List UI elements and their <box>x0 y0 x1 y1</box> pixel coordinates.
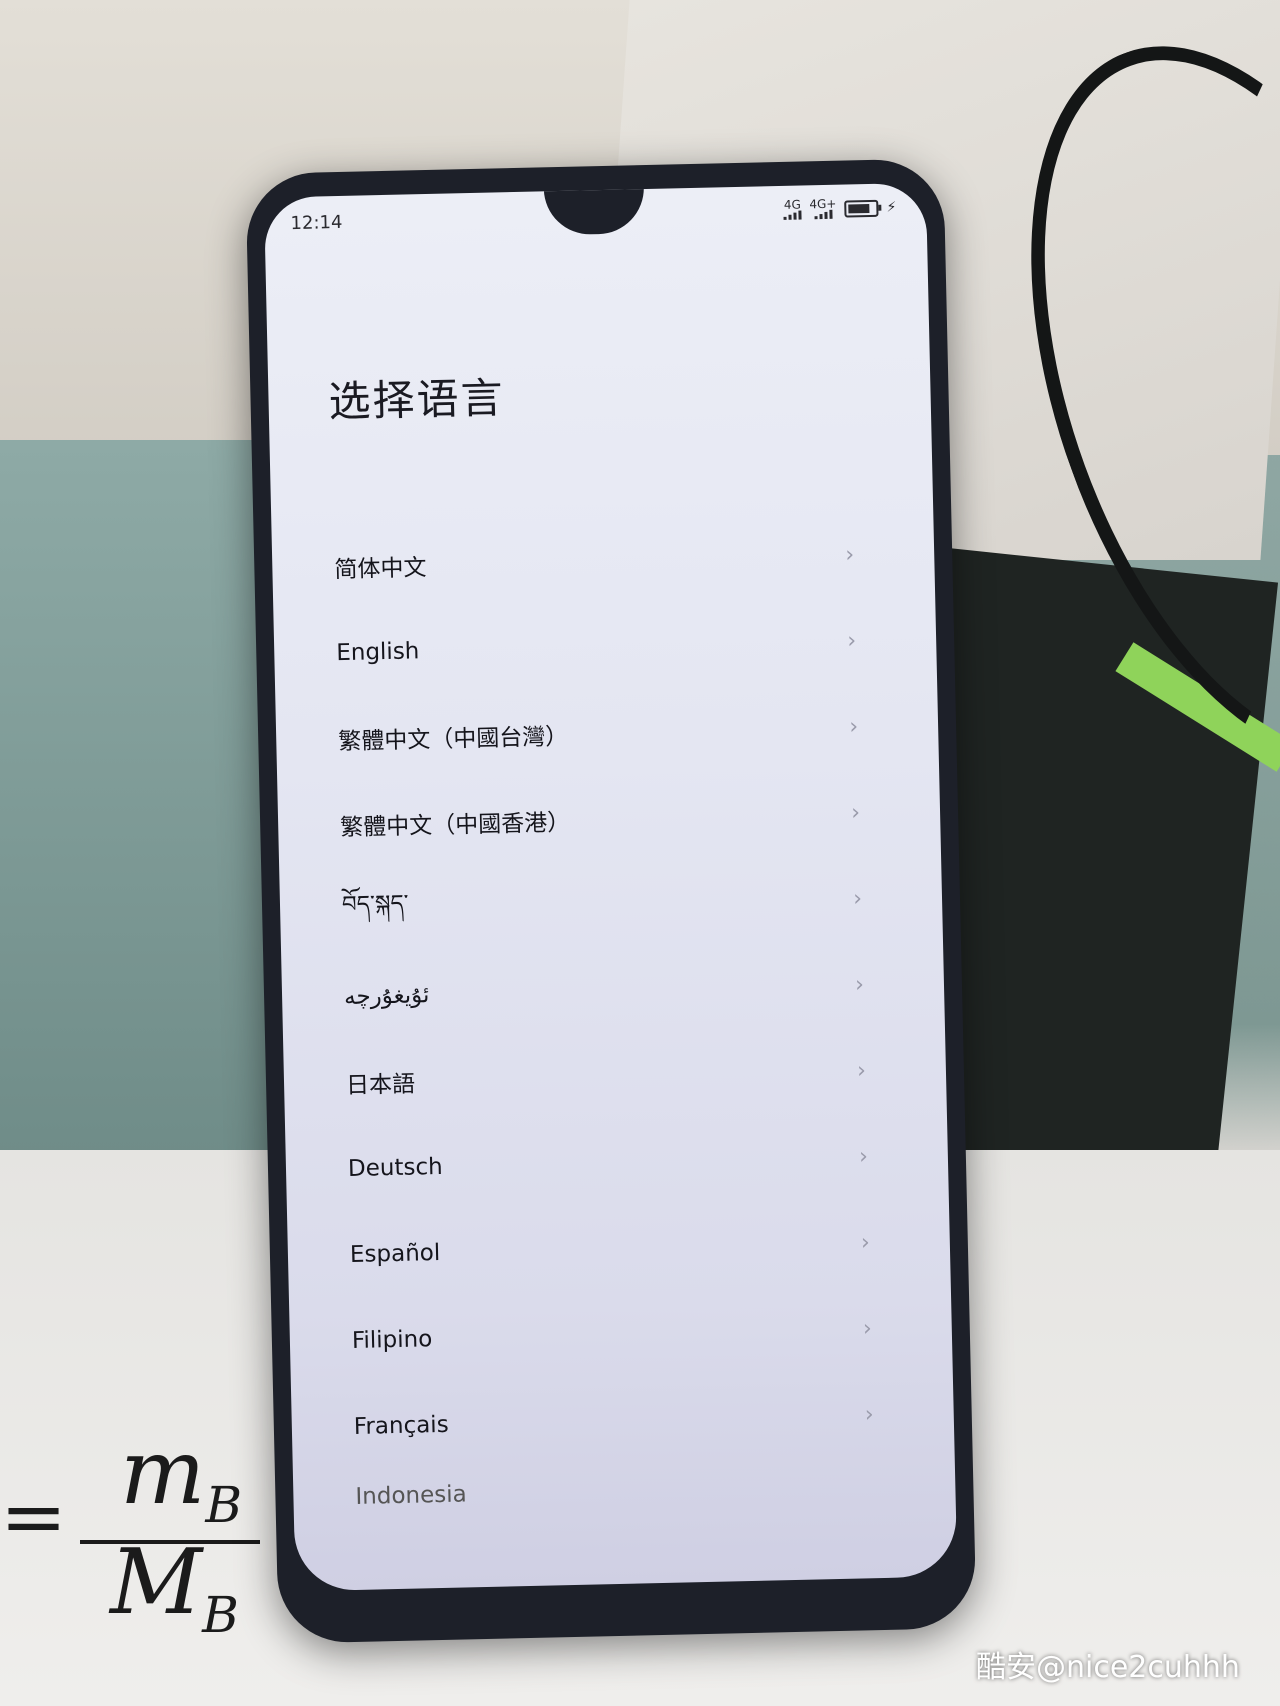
chevron-right-icon: › <box>858 1144 869 1170</box>
language-label: Indonesia <box>355 1481 467 1510</box>
handwriting-equals: = <box>0 1470 68 1563</box>
language-label: 日本語 <box>345 1071 416 1100</box>
handwriting-denominator: MB <box>110 1530 239 1644</box>
phone-device: 12:14 4G 4G+ ⚡ 选择语言 简体中文 › English › 繁體中… <box>245 158 977 1644</box>
chevron-right-icon: › <box>845 542 855 568</box>
chevron-right-icon: › <box>849 714 859 740</box>
language-label: Français <box>353 1411 449 1440</box>
language-label: Español <box>349 1239 441 1269</box>
language-item-filipino[interactable]: Filipino › <box>289 1284 953 1385</box>
signal-label: 4G+ <box>809 196 837 212</box>
background-teal-board <box>0 440 290 1160</box>
chevron-right-icon: › <box>854 972 865 998</box>
language-item-german[interactable]: Deutsch › <box>285 1112 949 1213</box>
language-label: Filipino <box>351 1326 433 1354</box>
language-label: Deutsch <box>347 1153 443 1183</box>
language-item-traditional-chinese-hongkong[interactable]: 繁體中文（中國香港） › <box>277 769 941 870</box>
chevron-right-icon: › <box>856 1058 867 1084</box>
chevron-right-icon: › <box>847 628 857 654</box>
phone-screen: 12:14 4G 4G+ ⚡ 选择语言 简体中文 › English › 繁體中… <box>263 182 958 1592</box>
language-item-japanese[interactable]: 日本語 › <box>283 1026 947 1127</box>
language-label: བོད་སྐད་ <box>341 890 409 918</box>
signal-label: 4G <box>783 197 802 212</box>
background-handwriting: = mB MB <box>0 1420 280 1650</box>
language-item-spanish[interactable]: Español › <box>287 1198 951 1299</box>
language-label: 繁體中文（中國台灣） <box>338 723 569 756</box>
language-item-uyghur[interactable]: ئۇيغۇرچە › <box>281 940 945 1041</box>
language-list: 简体中文 › English › 繁體中文（中國台灣） › 繁體中文（中國香港）… <box>271 511 955 1512</box>
language-item-simplified-chinese[interactable]: 简体中文 › <box>271 511 935 612</box>
chevron-right-icon: › <box>864 1402 875 1428</box>
battery-icon <box>844 199 879 218</box>
language-label: English <box>336 638 420 667</box>
language-item-traditional-chinese-taiwan[interactable]: 繁體中文（中國台灣） › <box>275 683 939 784</box>
signal-icon: 4G <box>783 197 802 220</box>
language-label: 简体中文 <box>334 555 427 584</box>
status-time: 12:14 <box>290 211 343 235</box>
page-title: 选择语言 <box>328 373 506 427</box>
signal-icon: 4G+ <box>809 196 837 220</box>
watermark-text: 酷安@nice2cuhhh <box>976 1650 1240 1685</box>
chevron-right-icon: › <box>862 1316 873 1342</box>
language-label: ئۇيغۇرچە <box>343 982 430 1011</box>
bolt-icon: ⚡ <box>886 199 897 216</box>
handwriting-numerator: mB <box>120 1420 243 1534</box>
language-item-tibetan[interactable]: བོད་སྐད་ › <box>279 855 943 956</box>
language-label: 繁體中文（中國香港） <box>339 809 571 842</box>
language-item-english[interactable]: English › <box>273 597 937 698</box>
language-item-french[interactable]: Français › <box>291 1370 955 1471</box>
camera-notch <box>543 187 645 236</box>
chevron-right-icon: › <box>850 800 861 826</box>
chevron-right-icon: › <box>860 1230 871 1256</box>
status-icons: 4G 4G+ ⚡ <box>783 196 897 220</box>
chevron-right-icon: › <box>852 886 863 912</box>
